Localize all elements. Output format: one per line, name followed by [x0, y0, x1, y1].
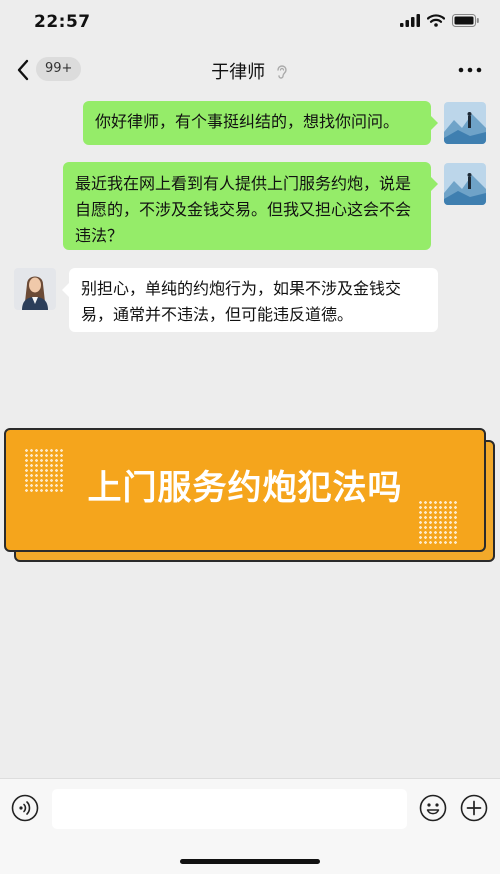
signal-icon: [400, 14, 420, 27]
battery-icon: [452, 14, 479, 27]
lawyer-avatar[interactable]: [14, 268, 56, 310]
earpiece-mode-icon: [277, 65, 287, 79]
banner-title: 上门服务约炮犯法吗: [87, 468, 403, 508]
status-icons: [400, 14, 480, 27]
voice-input-icon[interactable]: [11, 794, 39, 822]
wifi-icon: [427, 14, 445, 27]
chat-header: 99+ 于律师: [0, 44, 500, 96]
message-bubble-received[interactable]: 别担心，单纯的约炮行为，如果不涉及金钱交易，通常并不违法，但可能违反道德。: [69, 268, 438, 332]
more-options-icon[interactable]: [456, 58, 484, 82]
avatar-image: [444, 102, 486, 144]
emoji-icon[interactable]: [419, 794, 447, 822]
bubble-tail: [431, 116, 438, 130]
my-avatar[interactable]: [444, 163, 486, 205]
bubble-tail: [62, 283, 69, 297]
title-banner: 上门服务约炮犯法吗: [4, 428, 486, 552]
avatar-image: [444, 163, 486, 205]
message-text: 最近我在网上看到有人提供上门服务约炮，说是自愿的，不涉及金钱交易。但我又担心这会…: [75, 174, 412, 245]
message-text: 你好律师，有个事挺纠结的，想找你问问。: [95, 112, 400, 131]
message-bubble-sent[interactable]: 你好律师，有个事挺纠结的，想找你问问。: [83, 101, 431, 145]
chat-title: 于律师: [0, 58, 500, 84]
message-input[interactable]: [52, 789, 407, 829]
bubble-tail: [431, 177, 438, 191]
my-avatar[interactable]: [444, 102, 486, 144]
status-time: 22:57: [34, 12, 91, 32]
message-bubble-sent[interactable]: 最近我在网上看到有人提供上门服务约炮，说是自愿的，不涉及金钱交易。但我又担心这会…: [63, 162, 431, 250]
avatar-image: [14, 268, 56, 310]
home-indicator: [180, 859, 320, 864]
status-bar: 22:57: [0, 0, 500, 44]
message-text: 别担心，单纯的约炮行为，如果不涉及金钱交易，通常并不违法，但可能违反道德。: [81, 279, 402, 324]
contact-name: 于律师: [211, 62, 266, 83]
add-icon[interactable]: [460, 794, 488, 822]
